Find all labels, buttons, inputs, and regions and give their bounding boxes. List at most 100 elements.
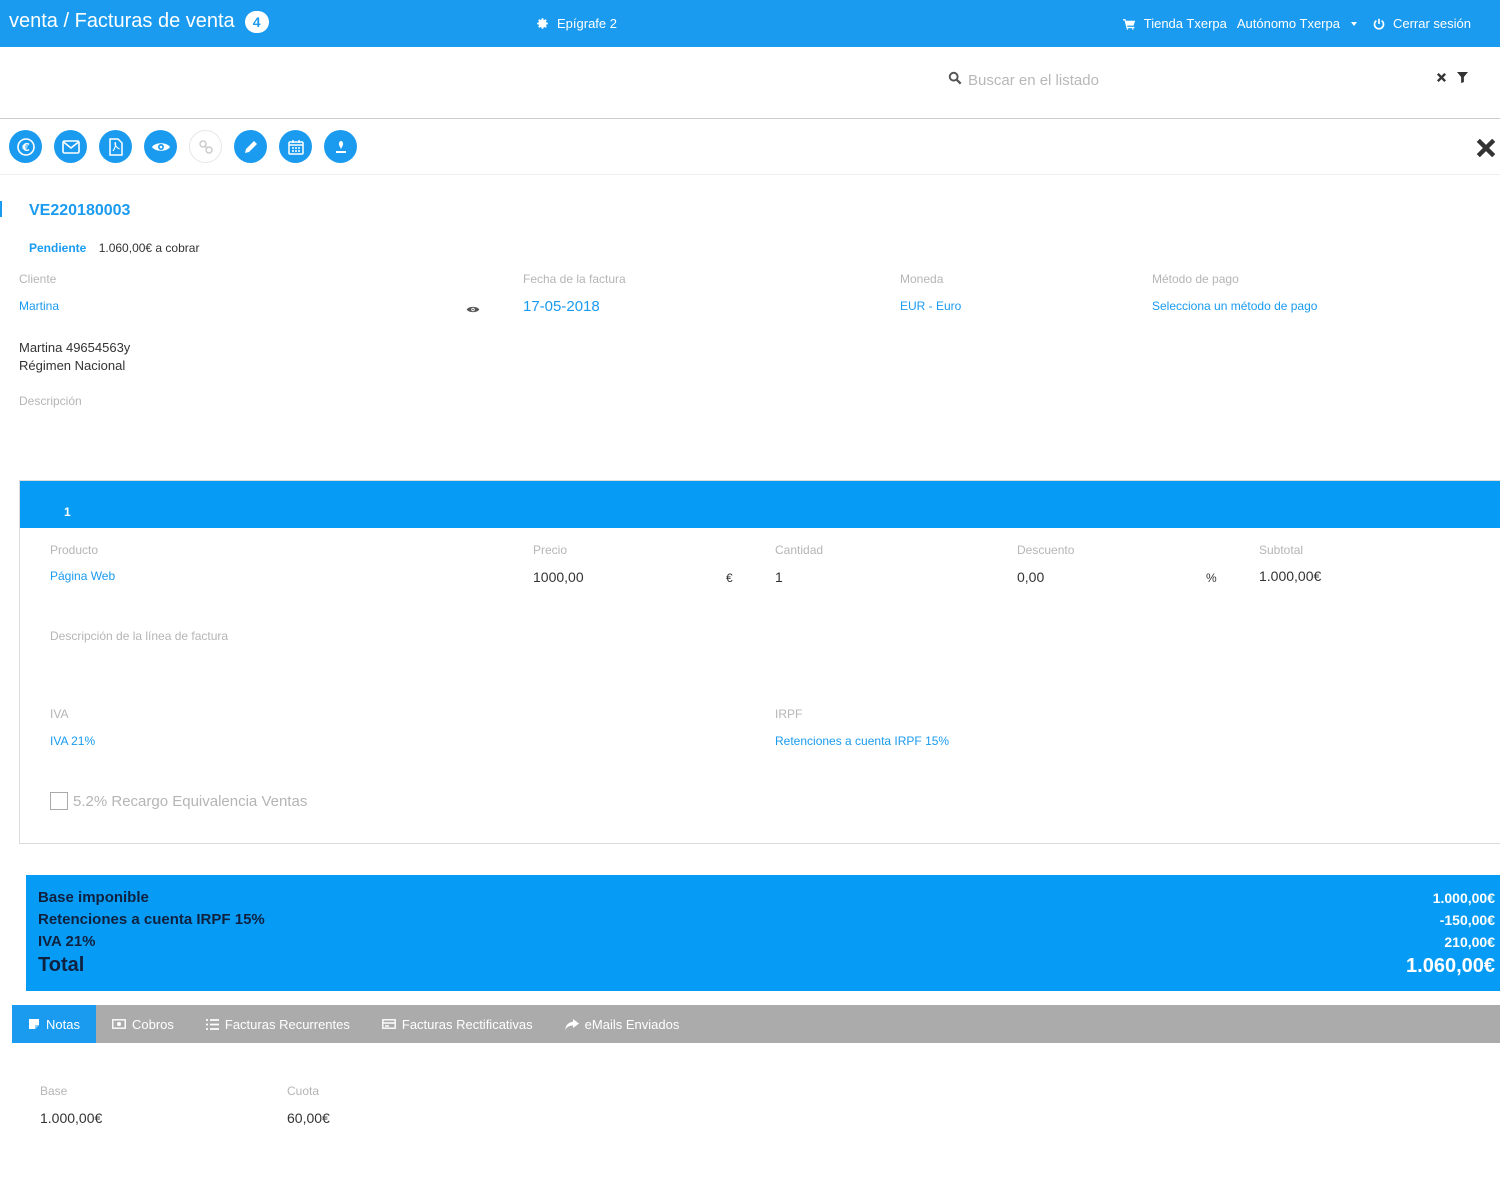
preview-button[interactable] bbox=[144, 130, 177, 163]
tab-cobros[interactable]: Cobros bbox=[96, 1005, 190, 1043]
tab-emails-enviados[interactable]: eMails Enviados bbox=[549, 1005, 696, 1043]
tab-label: eMails Enviados bbox=[584, 1016, 680, 1032]
tab-label: Facturas Rectificativas bbox=[401, 1016, 533, 1032]
price-field[interactable]: 1000,00 bbox=[533, 569, 584, 585]
line-header: 1 bbox=[20, 481, 1500, 528]
irpf-total-label: Retenciones a cuenta IRPF 15% bbox=[38, 911, 265, 928]
irpf-label: IRPF bbox=[775, 707, 803, 721]
tab-facturas-recurrentes[interactable]: Facturas Recurrentes bbox=[190, 1005, 366, 1043]
edit-button[interactable] bbox=[234, 130, 267, 163]
irpf-total-value: -150,00€ bbox=[1439, 912, 1495, 928]
breadcrumb[interactable]: venta / Facturas de venta 4 bbox=[9, 10, 269, 33]
iva-field[interactable]: IVA 21% bbox=[50, 734, 95, 748]
invoice-line-card: 1 Producto Página Web Precio 1000,00 € C… bbox=[19, 480, 1500, 844]
subtotal-value: 1.000,00€ bbox=[1259, 568, 1322, 584]
caret-down-icon bbox=[1350, 21, 1357, 26]
top-right-menu: Tienda Txerpa Autónomo Txerpa Cerrar ses… bbox=[1113, 16, 1471, 31]
description-label: Descripción bbox=[19, 394, 82, 408]
product-field[interactable]: Página Web bbox=[50, 569, 115, 583]
tab-facturas-rectificativas[interactable]: Facturas Rectificativas bbox=[366, 1005, 549, 1043]
irpf-field[interactable]: Retenciones a cuenta IRPF 15% bbox=[775, 734, 949, 748]
send-email-button[interactable] bbox=[54, 130, 87, 163]
base-label: Base imponible bbox=[38, 889, 149, 906]
iva-total-value: 210,00€ bbox=[1444, 934, 1495, 950]
envelope-icon bbox=[61, 139, 80, 154]
pdf-button[interactable] bbox=[99, 130, 132, 163]
recargo-label[interactable]: 5.2% Recargo Equivalencia Ventas bbox=[73, 793, 307, 810]
schedule-button[interactable] bbox=[279, 130, 312, 163]
euro-icon: € bbox=[16, 137, 35, 156]
tab-label: Facturas Recurrentes bbox=[224, 1016, 350, 1032]
date-field[interactable]: 17-05-2018 bbox=[523, 298, 600, 315]
pending-amount: 1.060,00€ a cobrar bbox=[98, 241, 200, 255]
store-label: Tienda Txerpa bbox=[1143, 16, 1227, 31]
search-bar bbox=[0, 47, 1500, 119]
store-link[interactable]: Tienda Txerpa bbox=[1122, 16, 1227, 31]
power-icon bbox=[1373, 18, 1385, 30]
quantity-label: Cantidad bbox=[775, 543, 824, 557]
base-footer-value: 1.000,00€ bbox=[40, 1110, 103, 1126]
count-badge: 4 bbox=[244, 10, 269, 33]
user-menu[interactable]: Autónomo Txerpa bbox=[1237, 16, 1357, 31]
user-label: Autónomo Txerpa bbox=[1236, 16, 1340, 31]
client-field[interactable]: Martina bbox=[19, 299, 59, 313]
search-input[interactable] bbox=[968, 69, 1408, 91]
search-icon bbox=[948, 71, 962, 85]
iva-label: IVA bbox=[50, 707, 69, 721]
pdf-icon bbox=[108, 137, 123, 156]
quantity-field[interactable]: 1 bbox=[775, 569, 783, 585]
base-value: 1.000,00€ bbox=[1432, 890, 1495, 906]
client-label: Cliente bbox=[19, 272, 57, 286]
price-currency: € bbox=[726, 571, 733, 585]
tab-notas[interactable]: Notas bbox=[12, 1005, 96, 1043]
discount-label: Descuento bbox=[1017, 543, 1075, 557]
note-icon bbox=[29, 1019, 39, 1029]
currency-field[interactable]: EUR - Euro bbox=[900, 299, 961, 313]
invoice-status: Pendiente 1.060,00€ a cobrar bbox=[29, 241, 199, 255]
line-description-label: Descripción de la línea de factura bbox=[50, 629, 229, 643]
base-footer-label: Base bbox=[40, 1084, 68, 1098]
clear-search-icon[interactable] bbox=[1436, 72, 1447, 83]
product-label: Producto bbox=[50, 543, 99, 557]
link-button[interactable] bbox=[189, 130, 222, 163]
eye-icon[interactable] bbox=[466, 305, 480, 314]
total-value: 1.060,00€ bbox=[1406, 955, 1495, 977]
subtotal-label: Subtotal bbox=[1259, 543, 1304, 557]
pencil-icon bbox=[244, 140, 257, 153]
epigrafe-label: Epígrafe 2 bbox=[557, 16, 617, 31]
totals-panel: Base imponible 1.000,00€ Retenciones a c… bbox=[26, 875, 1500, 991]
stamp-icon bbox=[335, 140, 346, 153]
recargo-checkbox[interactable] bbox=[50, 792, 68, 810]
cart-icon bbox=[1122, 18, 1135, 30]
card-icon bbox=[381, 1019, 396, 1029]
epigrafe-selector[interactable]: Epígrafe 2 bbox=[536, 16, 617, 31]
sign-button[interactable] bbox=[324, 130, 357, 163]
left-accent bbox=[0, 201, 2, 217]
payment-method-field[interactable]: Selecciona un método de pago bbox=[1152, 299, 1317, 313]
detail-tabs: Notas Cobros Facturas Recurrentes Factur… bbox=[12, 1005, 1500, 1043]
price-label: Precio bbox=[533, 543, 568, 557]
logout-link[interactable]: Cerrar sesión bbox=[1373, 16, 1471, 31]
discount-field[interactable]: 0,00 bbox=[1017, 569, 1044, 585]
client-id-text: Martina 49654563y bbox=[19, 340, 131, 355]
status-badge: Pendiente bbox=[29, 241, 87, 255]
link-icon bbox=[198, 139, 213, 154]
line-number: 1 bbox=[64, 505, 71, 519]
filter-icon[interactable] bbox=[1457, 72, 1468, 83]
iva-total-label: IVA 21% bbox=[38, 933, 96, 950]
list-icon bbox=[205, 1018, 219, 1030]
cobrar-button[interactable]: € bbox=[9, 130, 42, 163]
calendar-icon bbox=[287, 139, 304, 155]
close-icon[interactable] bbox=[1475, 137, 1497, 159]
total-label: Total bbox=[38, 954, 85, 976]
share-icon bbox=[564, 1018, 579, 1030]
currency-label: Moneda bbox=[900, 272, 944, 286]
breadcrumb-text[interactable]: venta / Facturas de venta bbox=[9, 10, 235, 33]
invoice-number: VE220180003 bbox=[29, 202, 131, 219]
top-navbar: venta / Facturas de venta 4 Epígrafe 2 T… bbox=[0, 0, 1500, 47]
gear-icon bbox=[537, 18, 548, 29]
eye-icon bbox=[151, 142, 170, 151]
action-toolbar: € bbox=[0, 120, 1500, 175]
date-label: Fecha de la factura bbox=[523, 272, 626, 286]
discount-unit: % bbox=[1206, 571, 1217, 585]
